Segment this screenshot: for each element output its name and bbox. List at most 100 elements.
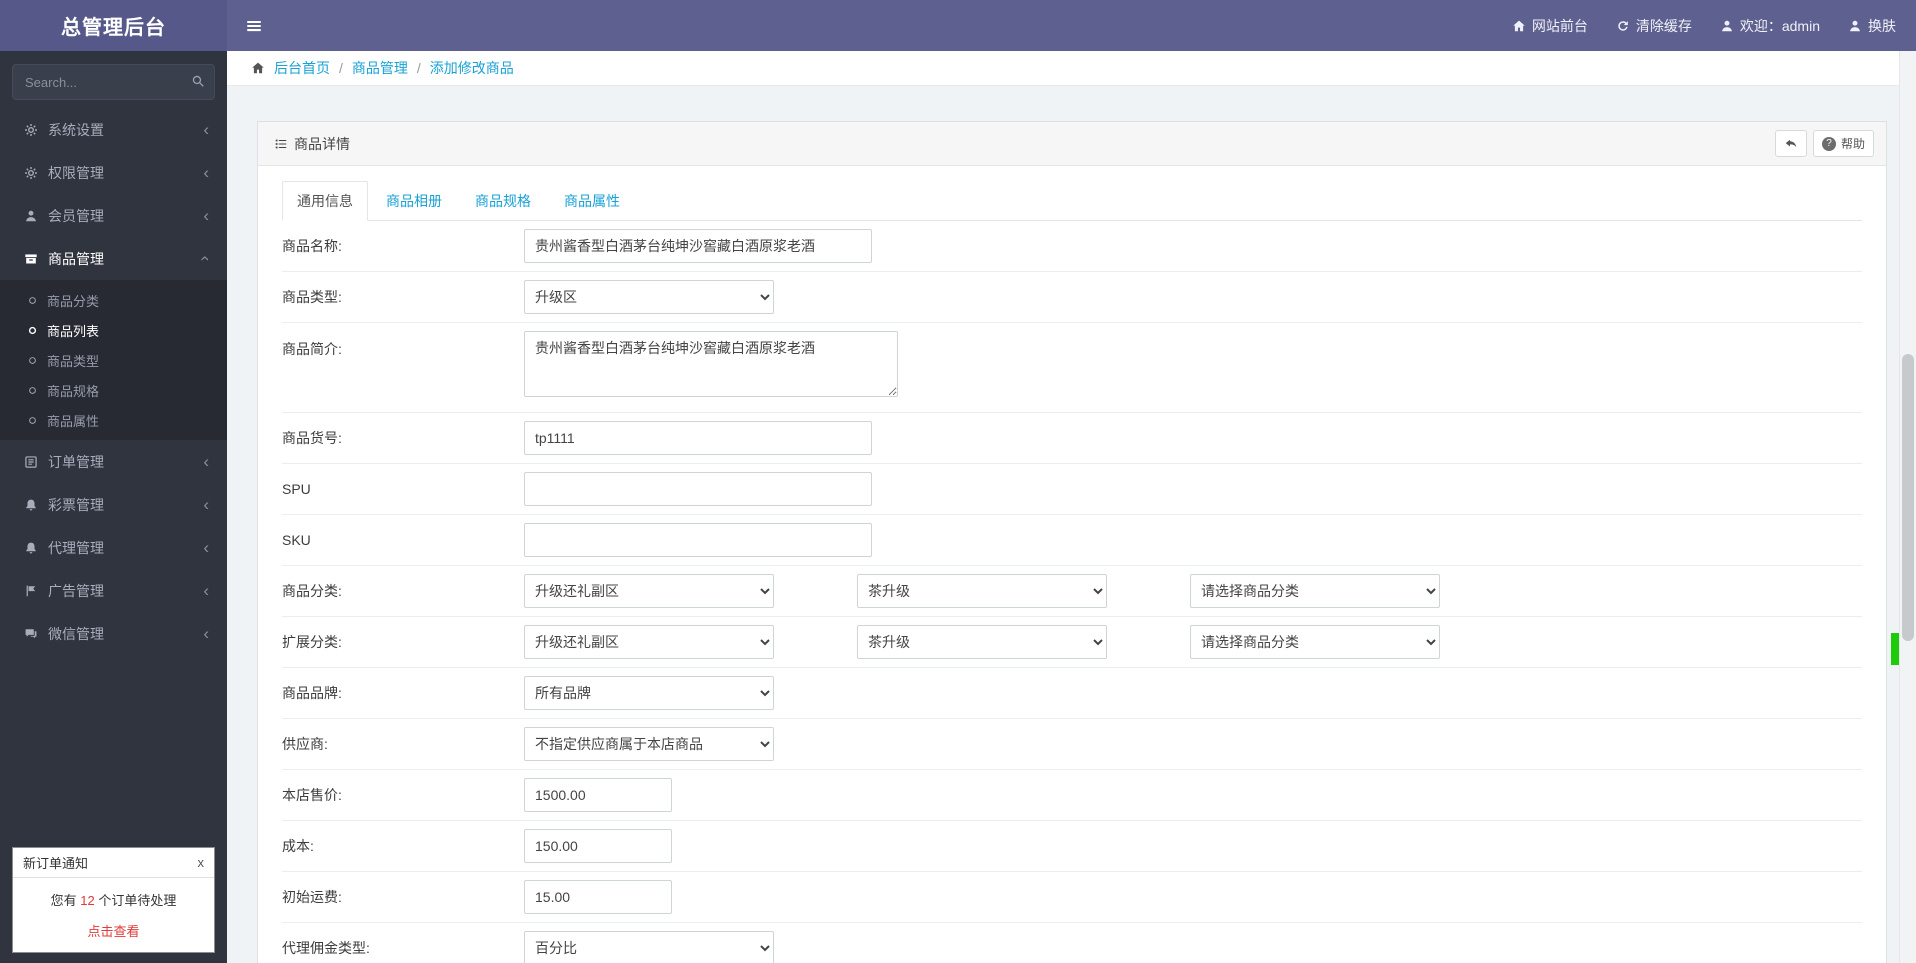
shop-price-input[interactable]	[524, 778, 672, 812]
submenu-item-label: 商品列表	[47, 323, 100, 339]
chevron-down-icon: ‹	[196, 255, 216, 262]
scrollbar-thumb[interactable]	[1902, 354, 1914, 641]
scrollbar-track[interactable]	[1899, 51, 1916, 963]
sidebar-item-lottery[interactable]: 彩票管理 ‹	[0, 483, 227, 526]
sidebar-item-wechat[interactable]: 微信管理 ‹	[0, 612, 227, 655]
sidebar-item-ads[interactable]: 广告管理 ‹	[0, 569, 227, 612]
search-input[interactable]	[12, 64, 215, 100]
refresh-icon	[1616, 19, 1630, 33]
frontend-link[interactable]: 网站前台	[1512, 16, 1588, 36]
field-label: 供应商:	[282, 736, 328, 752]
main-content: 后台首页 / 商品管理 / 添加修改商品 商品详情 ? 帮助 通用信息 商品相册…	[227, 51, 1899, 963]
form-row-type: 商品类型: 升级区	[282, 272, 1862, 323]
field-label: 商品类型:	[282, 289, 342, 305]
sku-input[interactable]	[524, 523, 872, 557]
notification-header: 新订单通知 x	[13, 848, 214, 878]
supplier-select[interactable]: 不指定供应商属于本店商品	[524, 727, 774, 761]
breadcrumb-home-link[interactable]: 后台首页	[274, 58, 330, 78]
tab-goods-album[interactable]: 商品相册	[371, 181, 457, 221]
user-icon	[1720, 19, 1734, 33]
circle-icon	[29, 296, 36, 304]
chevron-left-icon: ‹	[203, 624, 209, 643]
close-icon[interactable]: x	[198, 855, 205, 870]
submenu-item-goods-list[interactable]: 商品列表	[0, 315, 227, 345]
category-select-1[interactable]: 升级还礼副区	[524, 574, 774, 608]
brand-select[interactable]: 所有品牌	[524, 676, 774, 710]
topbar-links: 网站前台 清除缓存 欢迎：admin 换肤	[1512, 16, 1896, 36]
tab-goods-attr[interactable]: 商品属性	[549, 181, 635, 221]
sidebar-item-label: 会员管理	[48, 207, 104, 224]
goods-submenu: 商品分类 商品列表 商品类型 商品规格 商品属性	[0, 280, 227, 440]
user-icon	[24, 209, 38, 223]
view-orders-link[interactable]: 点击查看	[13, 911, 214, 952]
sidebar-item-label: 权限管理	[48, 164, 104, 181]
submenu-item-goods-spec[interactable]: 商品规格	[0, 375, 227, 405]
green-widget-tab[interactable]	[1891, 633, 1899, 665]
help-button[interactable]: ? 帮助	[1812, 130, 1874, 157]
category-select-2[interactable]: 茶升级	[857, 574, 1107, 608]
change-skin-link[interactable]: 换肤	[1848, 16, 1896, 36]
circle-icon	[29, 416, 36, 424]
circle-icon	[29, 356, 36, 364]
home-icon	[1512, 19, 1526, 33]
sidebar-item-goods[interactable]: 商品管理 ‹	[0, 237, 227, 280]
sidebar-item-agents[interactable]: 代理管理 ‹	[0, 526, 227, 569]
change-skin-label: 换肤	[1868, 17, 1896, 34]
goods-form: 商品名称: 商品类型: 升级区 商	[282, 221, 1862, 963]
tab-general-info[interactable]: 通用信息	[282, 181, 368, 221]
cogs-icon	[24, 166, 38, 180]
form-row-commission-type: 代理佣金类型: 百分比	[282, 923, 1862, 963]
chevron-left-icon: ‹	[203, 495, 209, 514]
sidebar-item-label: 订单管理	[48, 453, 104, 470]
page-area: 商品详情 ? 帮助 通用信息 商品相册 商品规格 商品属性 商品名称: 贵州酱香…	[227, 86, 1899, 963]
product-sn-input[interactable]	[524, 421, 872, 455]
product-intro-textarea[interactable]: 贵州酱香型白酒茅台纯坤沙窖藏白酒原浆老酒	[524, 331, 898, 397]
chat-icon	[24, 627, 38, 641]
product-name-input[interactable]	[524, 229, 872, 263]
notification-title: 新订单通知	[23, 856, 89, 871]
gear-icon	[24, 123, 38, 137]
sidebar-item-label: 广告管理	[48, 582, 104, 599]
sidebar-item-label: 微信管理	[48, 625, 104, 642]
clear-cache-link[interactable]: 清除缓存	[1616, 16, 1692, 36]
sidebar-item-system-settings[interactable]: 系统设置 ‹	[0, 108, 227, 151]
sidebar-item-permissions[interactable]: 权限管理 ‹	[0, 151, 227, 194]
breadcrumb-goods-link[interactable]: 商品管理	[352, 58, 408, 78]
menu-toggle-icon[interactable]	[245, 17, 263, 35]
welcome-user[interactable]: 欢迎：admin	[1720, 16, 1820, 36]
shipping-fee-input[interactable]	[524, 880, 672, 914]
submenu-item-goods-type[interactable]: 商品类型	[0, 345, 227, 375]
search-icon[interactable]	[191, 74, 205, 93]
field-label: 扩展分类:	[282, 634, 342, 650]
sidebar-item-orders[interactable]: 订单管理 ‹	[0, 440, 227, 483]
chevron-left-icon: ‹	[203, 206, 209, 225]
product-type-select[interactable]: 升级区	[524, 280, 774, 314]
list-icon	[274, 137, 288, 151]
form-row-category: 商品分类: 升级还礼副区 茶升级 请选择商品分类	[282, 566, 1862, 617]
reply-icon	[1784, 137, 1798, 151]
chevron-left-icon: ‹	[203, 452, 209, 471]
form-row-intro: 商品简介: 贵州酱香型白酒茅台纯坤沙窖藏白酒原浆老酒	[282, 323, 1862, 413]
cost-input[interactable]	[524, 829, 672, 863]
form-row-name: 商品名称:	[282, 221, 1862, 272]
ext-category-select-2[interactable]: 茶升级	[857, 625, 1107, 659]
category-select-3[interactable]: 请选择商品分类	[1190, 574, 1440, 608]
submenu-item-goods-attr[interactable]: 商品属性	[0, 405, 227, 435]
pending-order-count: 12	[80, 893, 95, 908]
back-button[interactable]	[1774, 130, 1807, 157]
tab-goods-spec[interactable]: 商品规格	[460, 181, 546, 221]
spu-input[interactable]	[524, 472, 872, 506]
form-row-shipping-fee: 初始运费:	[282, 872, 1862, 923]
form-row-sku: SKU	[282, 515, 1862, 566]
field-label: 商品品牌:	[282, 685, 342, 701]
home-icon	[251, 61, 265, 75]
ext-category-select-1[interactable]: 升级还礼副区	[524, 625, 774, 659]
form-row-ext-category: 扩展分类: 升级还礼副区 茶升级 请选择商品分类	[282, 617, 1862, 668]
commission-type-select[interactable]: 百分比	[524, 931, 774, 963]
ext-category-select-3[interactable]: 请选择商品分类	[1190, 625, 1440, 659]
panel-title: 商品详情	[274, 134, 350, 154]
submenu-item-goods-category[interactable]: 商品分类	[0, 285, 227, 315]
sidebar-item-members[interactable]: 会员管理 ‹	[0, 194, 227, 237]
sidebar: 系统设置 ‹ 权限管理 ‹ 会员管理 ‹ 商品管理 ‹ 商品分类 商品列表	[0, 51, 227, 963]
sidebar-nav: 系统设置 ‹ 权限管理 ‹ 会员管理 ‹ 商品管理 ‹ 商品分类 商品列表 商品…	[0, 108, 227, 655]
